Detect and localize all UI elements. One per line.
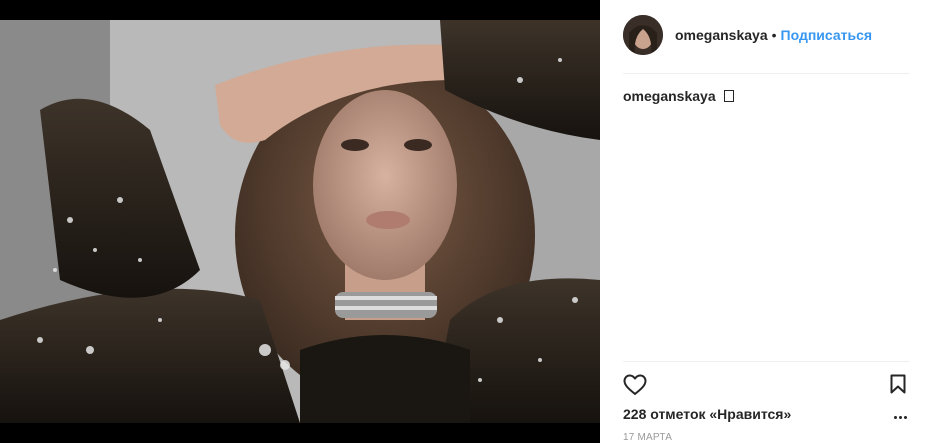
post-side-panel: omeganskaya • Подписаться omeganskaya 22… (600, 0, 929, 443)
caption: omeganskaya (623, 88, 734, 104)
avatar-image (623, 15, 663, 55)
post-header: omeganskaya • Подписаться (623, 14, 872, 56)
username-link[interactable]: omeganskaya (675, 27, 768, 43)
follow-button[interactable]: Подписаться (781, 27, 873, 43)
separator-dot: • (771, 27, 777, 43)
likes-number: 228 (623, 406, 647, 422)
likes-count[interactable]: 228 отметок «Нравится» (623, 406, 791, 422)
more-horizontal-icon[interactable] (894, 414, 908, 420)
heart-outline-icon[interactable] (623, 374, 647, 401)
likes-label: отметок «Нравится» (650, 406, 792, 422)
avatar[interactable] (623, 15, 663, 55)
post-date: 17 МАРТА (623, 432, 673, 443)
actions-divider (623, 361, 910, 362)
instagram-post: omeganskaya • Подписаться omeganskaya 22… (0, 0, 929, 443)
post-media[interactable] (0, 0, 600, 443)
header-divider (623, 73, 910, 74)
post-photo[interactable] (0, 20, 600, 423)
portrait-photo (0, 20, 600, 423)
bookmark-outline-icon[interactable] (890, 374, 906, 399)
caption-emoji-placeholder (723, 90, 734, 102)
caption-username-link[interactable]: omeganskaya (623, 88, 716, 104)
post-actions (623, 372, 910, 398)
